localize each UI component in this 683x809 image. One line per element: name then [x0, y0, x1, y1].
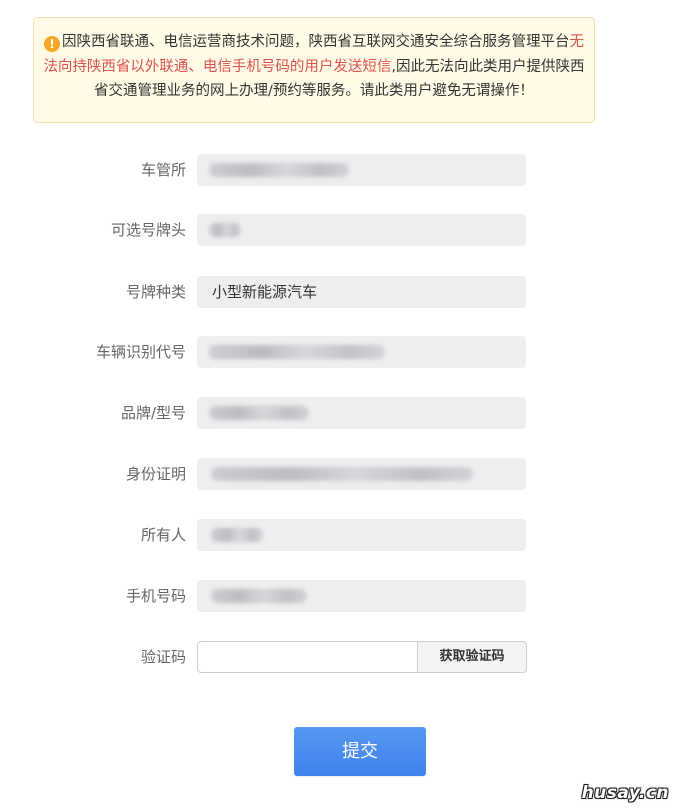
notice-text-before: 因陕西省联通、电信运营商技术问题，陕西省互联网交通安全综合服务管理平台: [62, 34, 570, 50]
page: ! 因陕西省联通、电信运营商技术问题，陕西省互联网交通安全综合服务管理平台无法向持…: [0, 0, 683, 809]
phone-label: 手机号码: [125, 587, 186, 605]
form-row-owner: 所有人: [0, 519, 683, 551]
redacted-value: [211, 589, 307, 603]
brand-model-field[interactable]: [197, 397, 526, 429]
owner-label: 所有人: [140, 526, 186, 544]
plate-prefix-field[interactable]: [197, 214, 526, 246]
captcha-label: 验证码: [140, 648, 186, 666]
phone-field[interactable]: [197, 580, 526, 612]
form-row-captcha: 验证码 获取验证码: [0, 641, 683, 673]
id-proof-field[interactable]: [197, 458, 526, 490]
form-row-plate-type: 号牌种类 小型新能源汽车: [0, 276, 683, 308]
plate-prefix-label: 可选号牌头: [110, 221, 186, 239]
captcha-input[interactable]: [197, 641, 417, 673]
owner-field[interactable]: [197, 519, 526, 551]
vehicle-office-label: 车管所: [140, 161, 186, 179]
watermark: husay.cn: [581, 783, 669, 803]
form-row-plate-prefix: 可选号牌头: [0, 214, 683, 246]
notice-banner: ! 因陕西省联通、电信运营商技术问题，陕西省互联网交通安全综合服务管理平台无法向持…: [33, 17, 595, 123]
form-row-vin: 车辆识别代号: [0, 336, 683, 368]
exclamation-icon: !: [44, 36, 60, 52]
plate-type-value: 小型新能源汽车: [212, 283, 318, 301]
form-row-vehicle-office: 车管所: [0, 154, 683, 186]
vehicle-office-field[interactable]: [197, 154, 526, 186]
redacted-value: [211, 467, 473, 481]
redacted-value: [209, 223, 241, 237]
plate-type-label: 号牌种类: [125, 283, 186, 301]
plate-type-field[interactable]: 小型新能源汽车: [197, 276, 526, 308]
redacted-value: [211, 528, 263, 542]
vin-field[interactable]: [197, 336, 526, 368]
form-row-brand-model: 品牌/型号: [0, 397, 683, 429]
id-proof-label: 身份证明: [125, 465, 186, 483]
redacted-value: [209, 163, 349, 177]
form-row-id-proof: 身份证明: [0, 458, 683, 490]
redacted-value: [209, 345, 385, 359]
redacted-value: [209, 406, 309, 420]
form-row-phone: 手机号码: [0, 580, 683, 612]
brand-model-label: 品牌/型号: [120, 404, 186, 422]
get-captcha-button[interactable]: 获取验证码: [417, 641, 527, 673]
submit-button[interactable]: 提交: [294, 727, 426, 776]
vin-label: 车辆识别代号: [95, 343, 186, 361]
